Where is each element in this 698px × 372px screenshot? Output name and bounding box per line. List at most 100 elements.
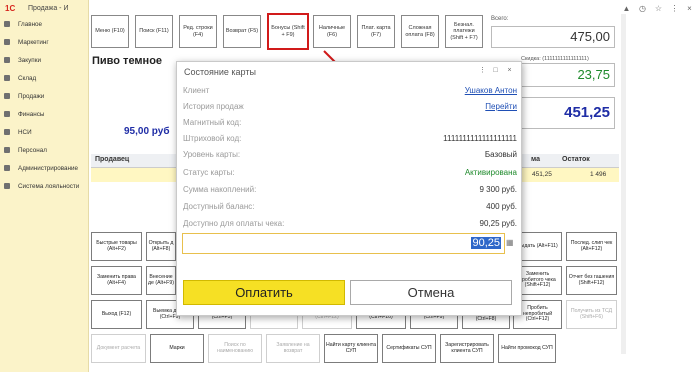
sidebar-item-purchases[interactable]: Закупки: [4, 52, 88, 70]
total-value: 475,00: [491, 26, 615, 48]
available-value: 90,25 руб.: [479, 219, 518, 228]
find-promocode-button[interactable]: Найти промокод СУП: [498, 334, 556, 363]
more-icon[interactable]: ⋮: [478, 66, 487, 75]
payment-document-button[interactable]: Документ расчета: [91, 334, 146, 363]
card-level-row: Уровень карты: Базовый: [183, 148, 517, 164]
exit-button[interactable]: Выход (F12): [91, 300, 142, 329]
complex-payment-button[interactable]: Сложная оплата (F8): [401, 15, 439, 48]
magnetic-code-row: Магнитный код:: [183, 116, 517, 132]
col-stock: Остаток: [562, 156, 590, 163]
card-button[interactable]: Плат. карта (F7): [357, 15, 395, 48]
barcode-row: Штриховой код: 1111111111111111111: [183, 132, 517, 148]
certificates-sup-button[interactable]: Сертификаты СУП: [382, 334, 436, 363]
client-link[interactable]: Ушаков Антон: [465, 86, 517, 95]
calculator-icon[interactable]: ▦: [506, 238, 514, 248]
row-sum: 451,25: [532, 171, 552, 178]
discount-value: 23,75: [521, 63, 615, 87]
right-panel: [626, 14, 698, 372]
sidebar-item-label: Персонал: [18, 147, 47, 154]
menu-icon: [4, 183, 10, 189]
balance-row: Доступный баланс: 400 руб.: [183, 200, 517, 216]
search-by-name-button[interactable]: Поиск по наименованию: [208, 334, 262, 363]
cancel-button[interactable]: Отмена: [350, 280, 512, 305]
accumulated-row: Сумма накоплений: 9 300 руб.: [183, 183, 517, 199]
total-label: Всего:: [491, 16, 509, 22]
accumulated-value: 9 300 руб.: [479, 185, 518, 194]
sidebar-item-warehouse[interactable]: Склад: [4, 70, 88, 88]
sidebar-item-marketing[interactable]: Маркетинг: [4, 34, 88, 52]
return-button[interactable]: Возврат (F5): [223, 15, 261, 48]
maximize-icon[interactable]: □: [491, 66, 500, 75]
close-icon[interactable]: ×: [685, 4, 694, 13]
dialog-title: Состояние карты: [184, 67, 256, 77]
sidebar-item-main[interactable]: Главное: [4, 16, 88, 34]
col-sum: ма: [531, 156, 540, 163]
open-drawer-button[interactable]: Открыть д (Alt+F8): [146, 232, 176, 261]
x-report-button[interactable]: Отчет без гашения (Shift+F12): [566, 266, 617, 295]
client-row: Клиент Ушаков Антон: [183, 84, 517, 100]
history-icon[interactable]: ◷: [638, 4, 647, 13]
balance-label: Доступный баланс:: [183, 202, 255, 211]
close-icon[interactable]: ×: [505, 66, 514, 75]
product-name: Пиво темное: [92, 55, 163, 67]
sidebar-item-label: Главное: [18, 21, 43, 28]
sales-history-link[interactable]: Перейти: [485, 102, 517, 111]
menu-icon: [4, 21, 10, 27]
card-status-dialog: Состояние карты ⋮ □ × Клиент Ушаков Анто…: [176, 61, 522, 316]
cashless-button[interactable]: Безнал. платежи (Shift + F7): [445, 15, 483, 48]
sidebar-item-staff[interactable]: Персонал: [4, 142, 88, 160]
sidebar-item-finance[interactable]: Финансы: [4, 106, 88, 124]
product-price: 95,00 руб: [124, 126, 170, 137]
bonuses-button[interactable]: Бонусы (Shift + F9): [267, 13, 309, 50]
marks-button[interactable]: Марки: [150, 334, 204, 363]
available-label: Доступно для оплаты чека:: [183, 219, 285, 228]
menu-icon: [4, 93, 10, 99]
cash-deposit-button[interactable]: Внесение де (Alt+F9): [146, 266, 176, 295]
payment-amount-input[interactable]: 90,25: [182, 233, 505, 254]
find-client-card-button[interactable]: Найти карту клиента СУП: [324, 334, 378, 363]
sales-history-row: История продаж Перейти: [183, 100, 517, 116]
edit-line-button[interactable]: Ред. строки (F4): [179, 15, 217, 48]
card-level-value: Базовый: [484, 150, 517, 159]
menu-icon: [4, 129, 10, 135]
menu-icon: [4, 111, 10, 117]
sidebar-item-label: Склад: [18, 75, 37, 82]
app-title: Продажа - И: [28, 5, 69, 12]
sales-history-label: История продаж: [183, 102, 244, 111]
card-status-row: Статус карты: Активирована: [183, 166, 517, 182]
app-sidebar: 1С Продажа - И Главное Маркетинг Закупки…: [0, 0, 89, 372]
quick-goods-button[interactable]: Быстрые товары (Alt+F2): [91, 232, 142, 261]
discount-label: Скидка: (1111111111111111): [521, 56, 589, 62]
magnetic-code-label: Магнитный код:: [183, 118, 242, 127]
search-button[interactable]: Поиск (F11): [135, 15, 173, 48]
sidebar-item-label: НСИ: [18, 129, 32, 136]
return-statement-button[interactable]: Заявление на возврат: [266, 334, 320, 363]
menu-icon: [4, 57, 10, 63]
sidebar-item-sales[interactable]: Продажи: [4, 88, 88, 106]
menu-button[interactable]: Меню (F10): [91, 15, 129, 48]
register-client-button[interactable]: Зарегистрировать клиента СУП: [440, 334, 494, 363]
app-logo: 1С: [5, 4, 16, 13]
to-pay-value: 451,25: [521, 97, 615, 129]
sidebar-item-nsi[interactable]: НСИ: [4, 124, 88, 142]
sidebar-item-loyalty[interactable]: Система лояльности: [4, 178, 88, 196]
pay-button[interactable]: Оплатить: [183, 280, 345, 305]
notifications-icon[interactable]: ▲: [622, 4, 631, 13]
sidebar-item-label: Финансы: [18, 111, 45, 118]
menu-icon: [4, 147, 10, 153]
more-icon[interactable]: ⋮: [670, 4, 679, 13]
sidebar-item-admin[interactable]: Администрирование: [4, 160, 88, 178]
menu-icon: [4, 75, 10, 81]
get-from-tsd-button[interactable]: Получить из ТСД (Shift+F6): [566, 300, 617, 329]
card-level-label: Уровень карты:: [183, 150, 241, 159]
star-icon[interactable]: ☆: [654, 4, 663, 13]
client-label: Клиент: [183, 86, 210, 95]
row-stock: 1 496: [590, 171, 607, 178]
cash-button[interactable]: Наличные (F6): [313, 15, 351, 48]
payment-amount-value: 90,25: [471, 237, 501, 249]
replace-rights-button[interactable]: Заменить права (Alt+F4): [91, 266, 142, 295]
accumulated-label: Сумма накоплений:: [183, 185, 257, 194]
sidebar-item-label: Маркетинг: [18, 39, 49, 46]
menu-icon: [4, 39, 10, 45]
last-slip-button[interactable]: Послед. слип чек (Alt+F12): [566, 232, 617, 261]
